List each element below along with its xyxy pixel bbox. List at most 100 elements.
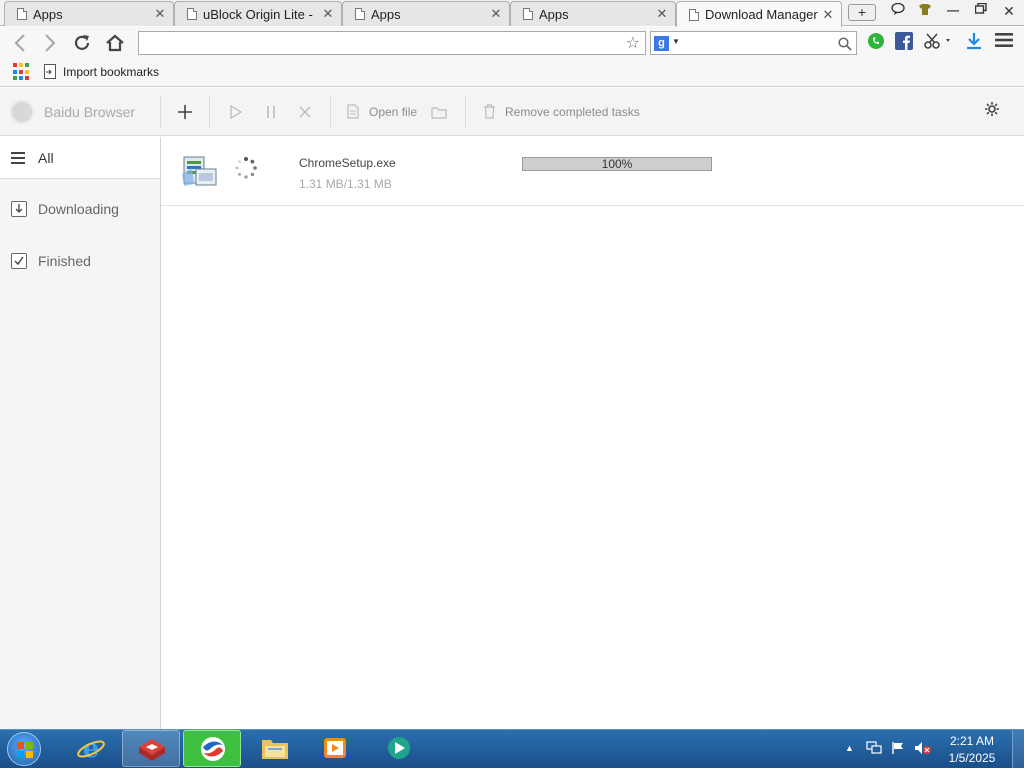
tab-apps-1[interactable]: Apps ✕ — [4, 1, 174, 26]
new-tab-button[interactable]: + — [848, 4, 876, 21]
progress-bar: 100% — [522, 157, 712, 171]
taskbar-file-explorer[interactable] — [246, 730, 304, 767]
taskbar-teal-app[interactable] — [370, 730, 428, 767]
import-page-icon[interactable] — [44, 64, 56, 79]
close-tab-icon[interactable]: ✕ — [821, 7, 835, 23]
page-icon — [523, 8, 533, 20]
download-icon[interactable] — [964, 32, 984, 52]
download-list: ChromeSetup.exe 1.31 MB/1.31 MB 100% — [161, 137, 1024, 729]
apps-grid-dot — [19, 69, 23, 74]
address-bar[interactable]: ☆ — [138, 31, 646, 55]
chat-icon[interactable] — [887, 2, 909, 18]
system-clock[interactable]: 2:21 AM 1/5/2025 — [940, 733, 1004, 767]
sidebar-item-all[interactable]: All — [0, 137, 160, 179]
close-tab-icon[interactable]: ✕ — [489, 6, 503, 22]
sidebar-item-label: All — [38, 149, 54, 166]
tab-ublock[interactable]: uBlock Origin Lite - ✕ — [174, 1, 342, 26]
apps-grid-dot — [13, 69, 17, 74]
minimize-icon[interactable]: — — [942, 3, 964, 17]
menu-icon[interactable] — [994, 32, 1014, 52]
svg-text:e: e — [83, 734, 100, 762]
add-download-icon[interactable] — [173, 100, 197, 124]
browser-window: Apps ✕ uBlock Origin Lite - ✕ Apps ✕ App… — [0, 0, 1024, 768]
apps-grid-dot — [13, 63, 17, 67]
back-icon[interactable] — [8, 31, 32, 55]
brand-title: Baidu Browser — [44, 104, 136, 120]
page-icon — [187, 8, 197, 20]
chevron-down-icon[interactable]: ▼ — [672, 37, 680, 46]
search-box[interactable]: g ▼ — [650, 31, 857, 55]
divider — [330, 96, 331, 128]
reload-icon[interactable] — [70, 31, 94, 55]
pause-icon[interactable] — [262, 100, 280, 124]
screenshot-scissors-icon[interactable] — [922, 32, 954, 52]
tab-strip: Apps ✕ uBlock Origin Lite - ✕ Apps ✕ App… — [0, 0, 1024, 27]
open-folder-icon[interactable] — [430, 100, 448, 124]
skin-icon[interactable] — [914, 3, 936, 19]
taskbar-baidu-browser[interactable] — [183, 730, 241, 767]
search-engine-icon[interactable]: g — [654, 36, 669, 51]
resume-icon[interactable] — [227, 100, 245, 124]
import-bookmarks-link[interactable]: Import bookmarks — [63, 65, 159, 79]
teal-app-icon — [388, 737, 410, 759]
loading-spinner-icon — [234, 156, 258, 180]
baidu-logo — [10, 100, 34, 124]
gear-icon[interactable] — [984, 101, 1000, 122]
sidebar-item-downloading[interactable]: Downloading — [0, 188, 160, 230]
close-tab-icon[interactable]: ✕ — [153, 6, 167, 22]
tab-apps-2[interactable]: Apps ✕ — [342, 1, 510, 26]
bookmark-star-icon[interactable]: ☆ — [626, 33, 640, 53]
app-red-icon — [139, 739, 165, 761]
action-center-flag-icon[interactable] — [891, 741, 905, 758]
apps-grid-dot — [19, 76, 23, 81]
show-hidden-icons[interactable]: ▲ — [845, 743, 854, 753]
taskbar-media-player[interactable] — [306, 730, 364, 767]
taskbar-internet-explorer[interactable]: e — [62, 730, 120, 767]
close-tab-icon[interactable]: ✕ — [655, 6, 669, 22]
apps-grid-dot — [13, 76, 17, 81]
sidebar-item-finished[interactable]: Finished — [0, 240, 160, 282]
taskbar-app-red[interactable] — [122, 730, 180, 767]
tab-title: Apps — [371, 6, 401, 22]
apps-grid-icon[interactable] — [13, 63, 31, 81]
close-window-icon[interactable]: ✕ — [998, 3, 1020, 20]
facebook-icon[interactable] — [894, 32, 914, 52]
sidebar: All Downloading Finished — [0, 137, 161, 729]
whatsapp-icon[interactable] — [866, 32, 886, 52]
browser-toolbar: ☆ g ▼ — [0, 27, 1024, 60]
checkbox-icon — [11, 253, 27, 269]
home-icon[interactable] — [103, 31, 127, 55]
page-icon — [17, 8, 27, 20]
folder-icon — [262, 740, 288, 759]
forward-icon[interactable] — [38, 31, 62, 55]
tab-title: Apps — [539, 6, 569, 22]
network-icon[interactable] — [866, 741, 882, 758]
tab-title: Download Manager — [705, 7, 818, 22]
download-row[interactable]: ChromeSetup.exe 1.31 MB/1.31 MB 100% — [161, 137, 1024, 206]
installer-file-icon — [182, 154, 218, 188]
search-icon[interactable] — [838, 34, 852, 55]
open-file-button[interactable]: Open file — [369, 105, 417, 119]
media-player-icon — [324, 738, 346, 758]
page-icon — [355, 8, 365, 20]
tab-download-manager[interactable]: Download Manager ✕ — [676, 1, 842, 27]
page-icon — [689, 8, 699, 21]
restore-icon[interactable] — [970, 2, 992, 17]
apps-grid-dot — [25, 63, 29, 67]
cancel-icon[interactable] — [296, 100, 314, 124]
apps-grid-dot — [25, 76, 29, 81]
apps-grid-dot — [19, 63, 23, 67]
start-button[interactable] — [7, 732, 41, 766]
volume-muted-icon[interactable] — [914, 741, 932, 758]
download-arrow-icon — [11, 201, 27, 217]
tab-title: uBlock Origin Lite - — [203, 6, 313, 22]
show-desktop-button[interactable] — [1012, 730, 1024, 768]
tab-apps-3[interactable]: Apps ✕ — [510, 1, 676, 26]
list-icon — [11, 150, 27, 166]
baidu-browser-icon — [201, 737, 225, 761]
trash-icon[interactable] — [481, 100, 497, 124]
progress-text: 100% — [601, 157, 633, 171]
open-file-icon[interactable] — [345, 100, 361, 124]
close-tab-icon[interactable]: ✕ — [321, 6, 335, 22]
remove-completed-button[interactable]: Remove completed tasks — [505, 105, 640, 119]
